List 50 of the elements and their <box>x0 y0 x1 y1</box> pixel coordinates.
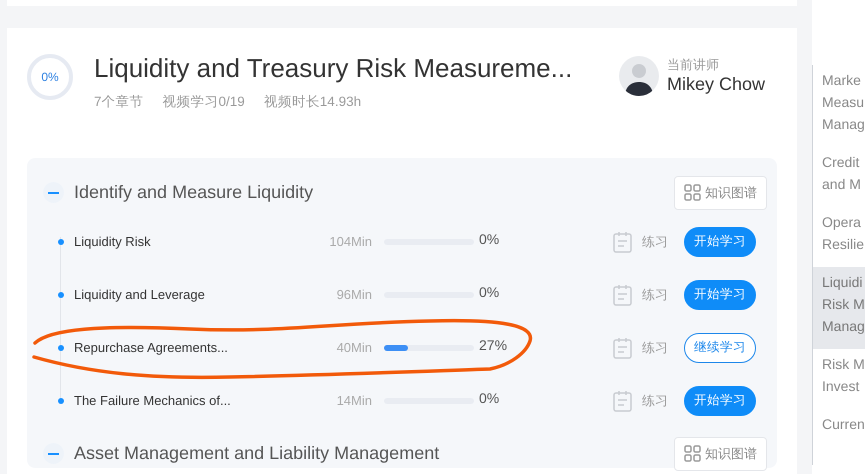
start-button[interactable]: 开始学习 <box>684 226 756 256</box>
grid-icon <box>684 445 701 462</box>
sidebar-item[interactable]: Credit and M <box>813 147 865 207</box>
chapter-title: Identify and Measure Liquidity <box>74 181 314 204</box>
collapse-icon[interactable] <box>43 182 64 203</box>
clipboard-icon[interactable] <box>613 230 632 252</box>
practice-link[interactable]: 练习 <box>642 390 670 410</box>
continue-button[interactable]: 继续学习 <box>684 332 756 362</box>
practice-link[interactable]: 练习 <box>642 232 670 252</box>
course-stat: 7个章节 <box>94 93 144 111</box>
instructor-caption: 当前讲师 <box>666 57 720 73</box>
lesson-title[interactable]: Repurchase Agreements... <box>74 338 314 358</box>
instructor-name: Mikey Chow <box>666 73 765 95</box>
sidebar-item[interactable]: Marke Measu Manag <box>813 65 865 147</box>
practice-link[interactable]: 练习 <box>642 338 670 358</box>
bullet-icon <box>58 238 64 244</box>
bullet-icon <box>58 292 64 298</box>
lesson-duration: 14Min <box>336 392 372 410</box>
lesson-title[interactable]: Liquidity and Leverage <box>74 284 314 304</box>
lesson-duration: 104Min <box>328 232 372 251</box>
lesson-title[interactable]: Liquidity Risk <box>74 232 314 252</box>
sidebar-item[interactable]: Risk M Invest <box>813 349 865 409</box>
sidebar-item[interactable]: Liquidi Risk M Manag <box>813 267 865 349</box>
progress-percent: 0% <box>479 389 500 408</box>
progress-percent: 0% <box>479 230 500 249</box>
practice-link[interactable]: 练习 <box>642 284 670 304</box>
course-stat: 视频学习0/19 <box>162 93 245 111</box>
progress-ring: 0% <box>27 54 73 100</box>
lesson-title[interactable]: The Failure Mechanics of... <box>74 390 314 410</box>
progress-percent: 27% <box>479 336 508 355</box>
knowledge-map-button[interactable]: 知识图谱 <box>674 436 767 470</box>
bullet-icon <box>58 344 64 350</box>
sidebar-item[interactable]: Opera Resilie <box>813 207 865 267</box>
bullet-icon <box>58 398 64 404</box>
clipboard-icon[interactable] <box>613 336 632 358</box>
clipboard-icon[interactable] <box>613 390 632 412</box>
grid-icon <box>684 184 701 201</box>
course-title: Liquidity and Treasury Risk Measureme... <box>94 52 572 85</box>
start-button[interactable]: 开始学习 <box>684 386 756 416</box>
start-button[interactable]: 开始学习 <box>684 280 756 310</box>
lesson-duration: 96Min <box>336 286 372 304</box>
progress-percent: 0% <box>479 283 500 302</box>
avatar-silhouette <box>618 56 659 96</box>
sidebar-item[interactable]: Curren <box>813 409 865 447</box>
collapse-icon[interactable] <box>43 443 64 464</box>
knowledge-map-button[interactable]: 知识图谱 <box>674 176 767 210</box>
lesson-duration: 40Min <box>336 338 372 357</box>
clipboard-icon[interactable] <box>613 284 632 306</box>
course-stat: 视频时长14.93h <box>264 93 362 111</box>
chapter-title: Asset Management and Liability Management <box>74 442 440 465</box>
